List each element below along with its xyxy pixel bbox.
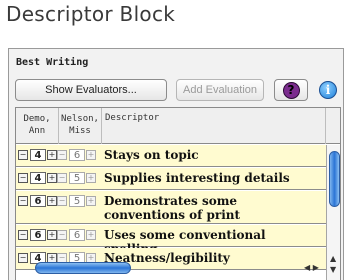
plus-icon[interactable]: + <box>86 173 96 183</box>
help-icon: ? <box>282 81 300 99</box>
descriptor-text: Supplies interesting details <box>104 171 290 185</box>
column-header-spacer <box>326 108 340 144</box>
minus-icon[interactable]: − <box>57 150 67 160</box>
descriptor-panel: Best Writing Show Evaluators... Add Eval… <box>8 48 344 280</box>
column-header-descriptor[interactable]: Descriptor <box>102 108 326 144</box>
plus-icon[interactable]: + <box>47 150 57 160</box>
minus-icon[interactable]: − <box>57 230 67 240</box>
column-header-nelson[interactable]: Nelson, Miss <box>59 108 102 144</box>
plus-icon[interactable]: + <box>47 196 57 206</box>
window-title: Descriptor Block <box>6 2 176 26</box>
descriptor-text: Demonstrates some conventions of print <box>104 194 241 222</box>
demo-score-value: 6 <box>30 195 46 207</box>
plus-icon[interactable]: + <box>86 230 96 240</box>
table-row: − 4 + − 5 + Supplies interesting details <box>16 168 326 190</box>
plus-icon[interactable]: + <box>86 196 96 206</box>
plus-icon[interactable]: + <box>47 230 57 240</box>
minus-icon[interactable]: − <box>18 230 28 240</box>
show-evaluators-button[interactable]: Show Evaluators... <box>15 79 167 101</box>
minus-icon[interactable]: − <box>57 196 67 206</box>
section-title: Best Writing <box>16 57 89 68</box>
table-header: Demo, Ann Nelson, Miss Descriptor <box>16 108 340 144</box>
horizontal-scroll-thumb[interactable] <box>35 262 131 274</box>
table-row: − 6 + − 6 + Uses some conventional spell… <box>16 225 326 256</box>
nelson-score-value: 5 <box>69 195 85 207</box>
info-button[interactable]: i <box>315 79 341 101</box>
column-header-demo[interactable]: Demo, Ann <box>16 108 59 144</box>
horizontal-scrollbar[interactable]: ◀ ▶ <box>9 261 331 275</box>
table-row: − 6 + − 5 + Demonstrates some convention… <box>16 191 326 224</box>
nelson-score-value: 6 <box>69 149 85 161</box>
add-evaluation-button[interactable]: Add Evaluation <box>176 79 264 101</box>
demo-score-value: 4 <box>30 149 46 161</box>
minus-icon[interactable]: − <box>18 150 28 160</box>
vertical-scrollbar[interactable]: ▲ ▼ <box>326 145 340 280</box>
horizontal-scroll-arrows[interactable]: ◀ ▶ <box>304 263 319 272</box>
help-button[interactable]: ? <box>274 79 308 101</box>
descriptor-table: Demo, Ann Nelson, Miss Descriptor − 4 + … <box>15 107 341 280</box>
demo-score-value: 4 <box>30 172 46 184</box>
minus-icon[interactable]: − <box>18 196 28 206</box>
descriptor-text: Stays on topic <box>104 148 199 162</box>
plus-icon[interactable]: + <box>47 173 57 183</box>
plus-icon[interactable]: + <box>86 150 96 160</box>
table-row: − 4 + − 6 + Stays on topic <box>16 145 326 167</box>
info-icon: i <box>319 81 337 99</box>
nelson-score-value: 6 <box>69 229 85 241</box>
minus-icon[interactable]: − <box>57 173 67 183</box>
nelson-score-value: 5 <box>69 172 85 184</box>
scroll-right-arrow-icon[interactable]: ▶ <box>313 263 319 272</box>
minus-icon[interactable]: − <box>18 173 28 183</box>
demo-score-value: 6 <box>30 229 46 241</box>
scroll-left-arrow-icon[interactable]: ◀ <box>304 263 310 272</box>
window-title-bar: Descriptor Block <box>0 0 346 38</box>
vertical-scroll-thumb[interactable] <box>329 151 340 207</box>
